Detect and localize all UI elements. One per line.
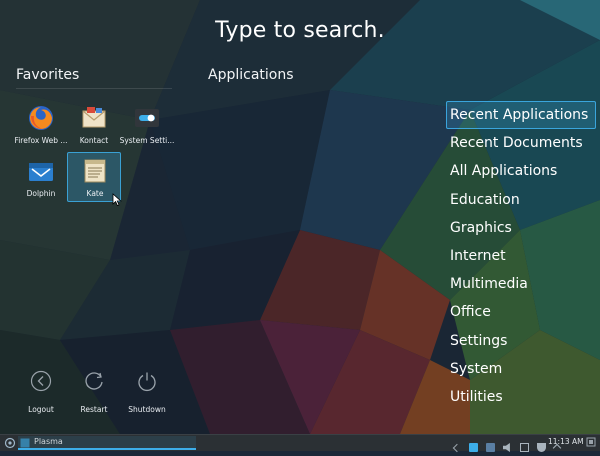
favorites-title: Favorites (16, 67, 80, 83)
category-multimedia[interactable]: Multimedia (446, 270, 596, 298)
clock[interactable]: 11:13 AM (548, 437, 584, 446)
category-recent-documents[interactable]: Recent Documents (446, 129, 596, 157)
task-label: Plasma (34, 437, 63, 446)
firefox-icon (29, 106, 53, 130)
category-list: Recent Applications Recent Documents All… (446, 101, 596, 411)
favorites-divider (16, 88, 172, 89)
category-internet[interactable]: Internet (446, 242, 596, 270)
battery-icon[interactable] (519, 443, 529, 452)
favorite-system-settings[interactable]: System Setti... (120, 100, 174, 150)
favorite-label: System Setti... (119, 136, 175, 145)
favorite-kontact[interactable]: Kontact (67, 100, 121, 150)
system-settings-icon (135, 109, 159, 127)
arrow-icon[interactable] (453, 443, 462, 452)
category-all-applications[interactable]: All Applications (446, 157, 596, 185)
volume-icon[interactable] (502, 443, 510, 452)
application-launcher-icon[interactable] (4, 437, 16, 449)
show-desktop-icon[interactable] (586, 437, 596, 447)
logout-button[interactable]: Logout (14, 370, 68, 414)
restart-label: Restart (80, 405, 108, 414)
shield-icon[interactable] (536, 443, 546, 452)
category-settings[interactable]: Settings (446, 327, 596, 355)
kate-icon (84, 159, 106, 183)
mouse-cursor-icon (112, 193, 122, 207)
applications-title: Applications (208, 67, 294, 83)
category-utilities[interactable]: Utilities (446, 383, 596, 411)
restart-button[interactable]: Restart (67, 370, 121, 414)
category-recent-applications[interactable]: Recent Applications (446, 101, 596, 130)
category-office[interactable]: Office (446, 298, 596, 326)
category-education[interactable]: Education (446, 186, 596, 214)
shutdown-label: Shutdown (128, 405, 166, 414)
taskbar: Plasma 11:13 AM (0, 434, 600, 452)
plasma-icon (20, 438, 30, 448)
shutdown-button[interactable]: Shutdown (120, 370, 174, 414)
kontact-icon (82, 107, 106, 128)
logout-label: Logout (28, 405, 54, 414)
favorite-dolphin[interactable]: Dolphin (14, 153, 68, 203)
task-plasma[interactable]: Plasma (18, 436, 196, 450)
clipboard-icon[interactable] (485, 443, 495, 452)
shutdown-icon (138, 372, 156, 392)
system-tray (451, 437, 562, 452)
category-graphics[interactable]: Graphics (446, 214, 596, 242)
dolphin-icon (29, 163, 53, 181)
favorite-firefox[interactable]: Firefox Web ... (14, 100, 68, 150)
search-prompt[interactable]: Type to search. (0, 18, 600, 43)
logout-icon (30, 370, 52, 392)
network-icon[interactable] (468, 443, 478, 452)
restart-icon (85, 372, 103, 390)
favorite-label: Dolphin (26, 189, 56, 198)
category-system[interactable]: System (446, 355, 596, 383)
